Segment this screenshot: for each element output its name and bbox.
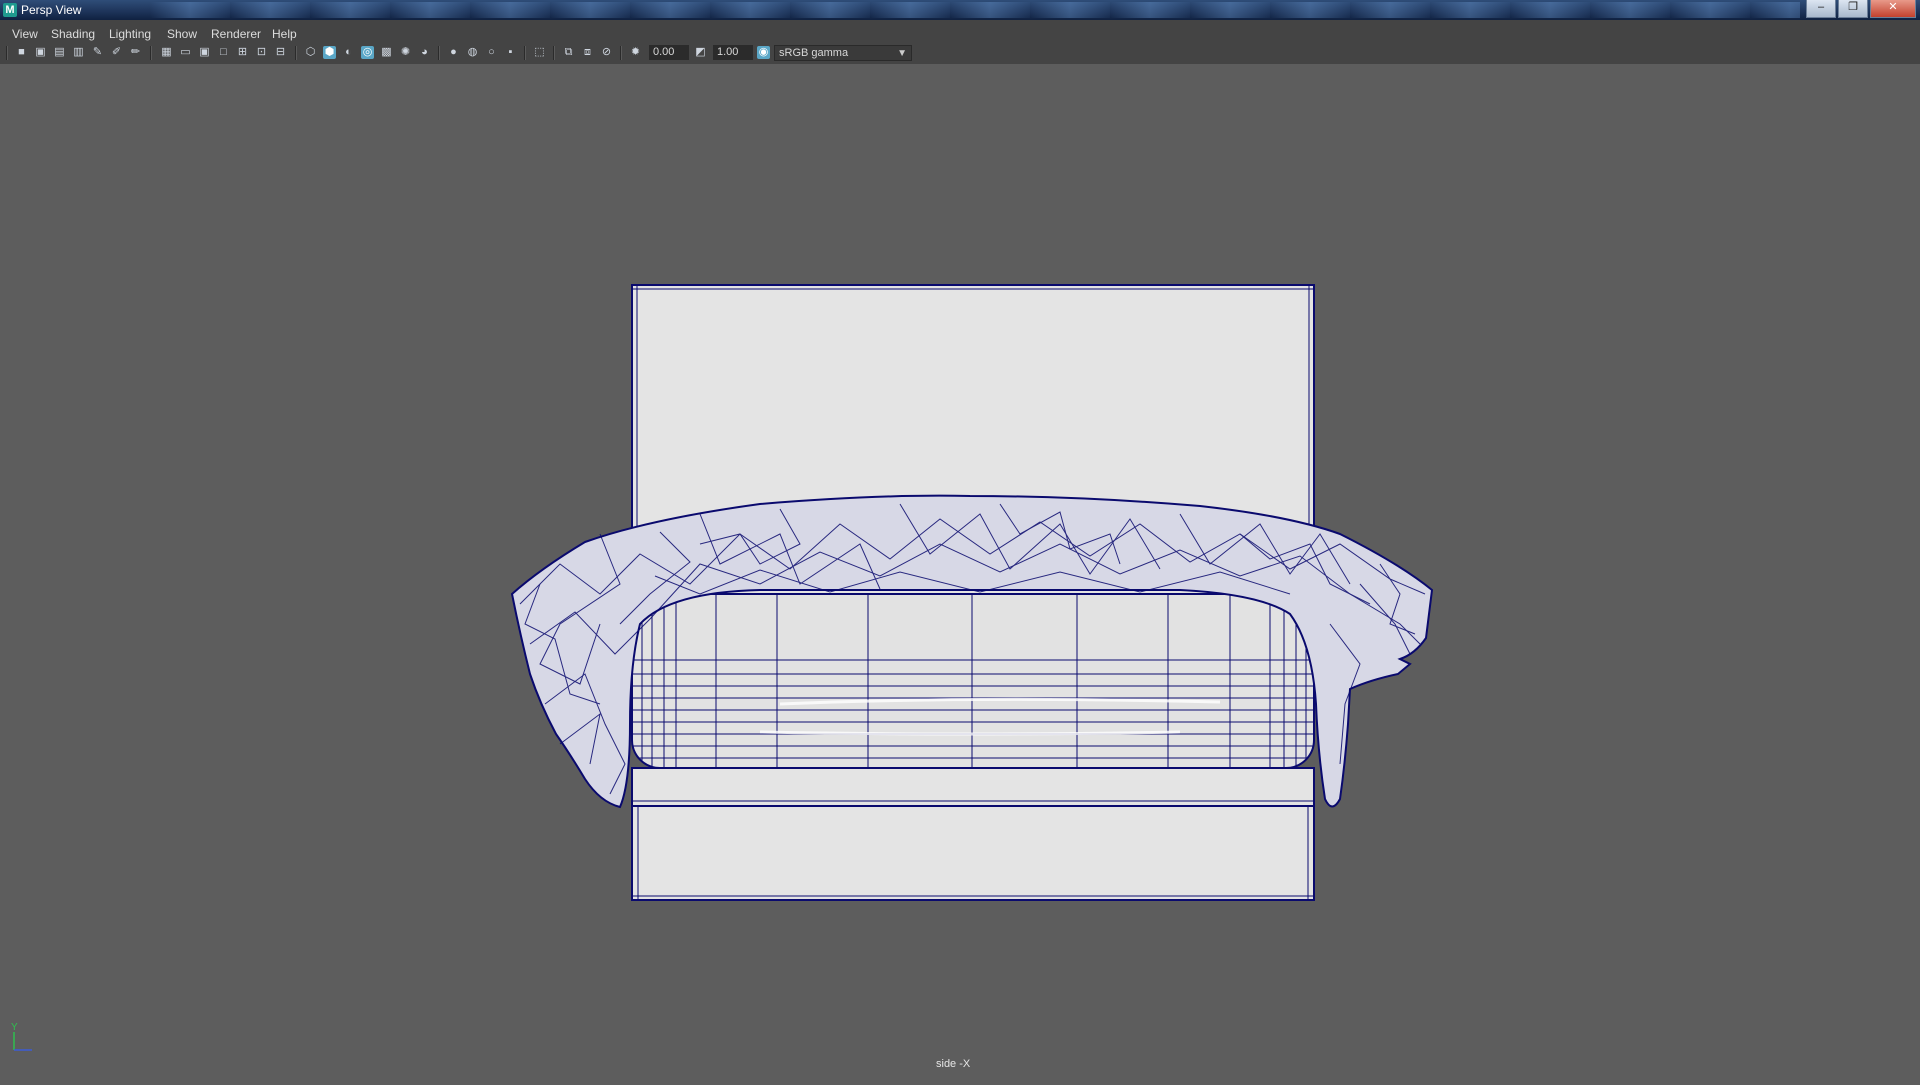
panel-toolbar: ■ ▣ ▤ ▥ ✎ ✐ ✏ ▦ ▭ ▣ □ ⊞ ⊡ ⊟ ⬡ ⬢ ◐ ◎ ▩ ✺ … <box>0 42 1920 65</box>
menu-lighting[interactable]: Lighting <box>109 27 151 41</box>
gate-mask-icon[interactable]: □ <box>217 46 230 59</box>
gamma-icon[interactable]: ◩ <box>694 46 707 59</box>
two-d-pan-icon[interactable]: ✎ <box>91 46 104 59</box>
toolbar-separator <box>6 46 8 60</box>
camera-lock-icon[interactable]: ✏ <box>129 46 142 59</box>
multisample-aa-icon[interactable]: ○ <box>485 46 498 59</box>
screen-space-ao-icon[interactable]: ● <box>447 46 460 59</box>
menu-shading[interactable]: Shading <box>51 27 95 41</box>
resolution-gate-icon[interactable]: ▣ <box>198 46 211 59</box>
menu-help[interactable]: Help <box>272 27 297 41</box>
taskbar-blur <box>150 2 1800 18</box>
use-all-lights-icon[interactable]: ✺ <box>399 46 412 59</box>
motion-blur-icon[interactable]: ◍ <box>466 46 479 59</box>
xray-icon[interactable]: ⧉ <box>562 46 575 59</box>
grid-icon[interactable]: ▦ <box>160 46 173 59</box>
bed-base-mesh <box>631 805 1315 901</box>
menu-view[interactable]: View <box>12 27 38 41</box>
image-plane-icon[interactable]: ▥ <box>72 46 85 59</box>
xray-components-icon[interactable]: ⊘ <box>600 46 613 59</box>
toolbar-separator <box>524 46 526 60</box>
chevron-down-icon: ▼ <box>897 48 907 59</box>
window-titlebar: M Persp View – ❐ ✕ <box>0 0 1920 20</box>
film-gate-icon[interactable]: ▭ <box>179 46 192 59</box>
toolbar-separator <box>150 46 152 60</box>
exposure-field[interactable]: 0.00 <box>649 45 689 60</box>
view-transform-dropdown[interactable]: sRGB gamma ▼ <box>774 45 912 61</box>
camera-attributes-icon[interactable]: ▣ <box>34 46 47 59</box>
window-controls: – ❐ ✕ <box>1806 0 1916 18</box>
mattress-mesh <box>631 593 1315 769</box>
bookmark-icon[interactable]: ▤ <box>53 46 66 59</box>
maya-logo-icon: M <box>3 3 17 17</box>
wireframe-on-shaded-icon[interactable]: ◎ <box>361 46 374 59</box>
exposure-icon[interactable]: ✹ <box>629 46 642 59</box>
safe-title-icon[interactable]: ⊟ <box>274 46 287 59</box>
axis-y-label: Y <box>11 1022 18 1033</box>
view-transform-value: sRGB gamma <box>779 47 849 59</box>
shadows-icon[interactable]: ◕ <box>418 46 431 59</box>
bed-model-render <box>510 284 1434 901</box>
field-chart-icon[interactable]: ⊞ <box>236 46 249 59</box>
wireframe-icon[interactable]: ⬡ <box>304 46 317 59</box>
isolate-select-icon[interactable]: ⬚ <box>533 46 546 59</box>
xray-joints-icon[interactable]: ⧈ <box>581 46 594 59</box>
safe-action-icon[interactable]: ⊡ <box>255 46 268 59</box>
depth-of-field-icon[interactable]: ▪ <box>504 46 517 59</box>
close-button[interactable]: ✕ <box>1870 0 1916 18</box>
toolbar-separator <box>438 46 440 60</box>
restore-button[interactable]: ❐ <box>1838 0 1868 18</box>
bed-rail-mesh <box>631 767 1315 807</box>
camera-name-label: side -X <box>936 1058 971 1070</box>
grease-pencil-icon[interactable]: ✐ <box>110 46 123 59</box>
toolbar-separator <box>620 46 622 60</box>
window-title: Persp View <box>21 3 82 17</box>
toolbar-separator <box>553 46 555 60</box>
3d-viewport[interactable]: Y <box>0 64 1920 1080</box>
menu-show[interactable]: Show <box>167 27 197 41</box>
select-camera-icon[interactable]: ■ <box>15 46 28 59</box>
smooth-shade-icon[interactable]: ⬢ <box>323 46 336 59</box>
minimize-button[interactable]: – <box>1806 0 1836 18</box>
menu-renderer[interactable]: Renderer <box>211 27 261 41</box>
gamma-field[interactable]: 1.00 <box>713 45 753 60</box>
use-default-material-icon[interactable]: ◐ <box>342 46 355 59</box>
textured-icon[interactable]: ▩ <box>380 46 393 59</box>
color-management-icon[interactable]: ◉ <box>757 46 770 59</box>
toolbar-separator <box>295 46 297 60</box>
